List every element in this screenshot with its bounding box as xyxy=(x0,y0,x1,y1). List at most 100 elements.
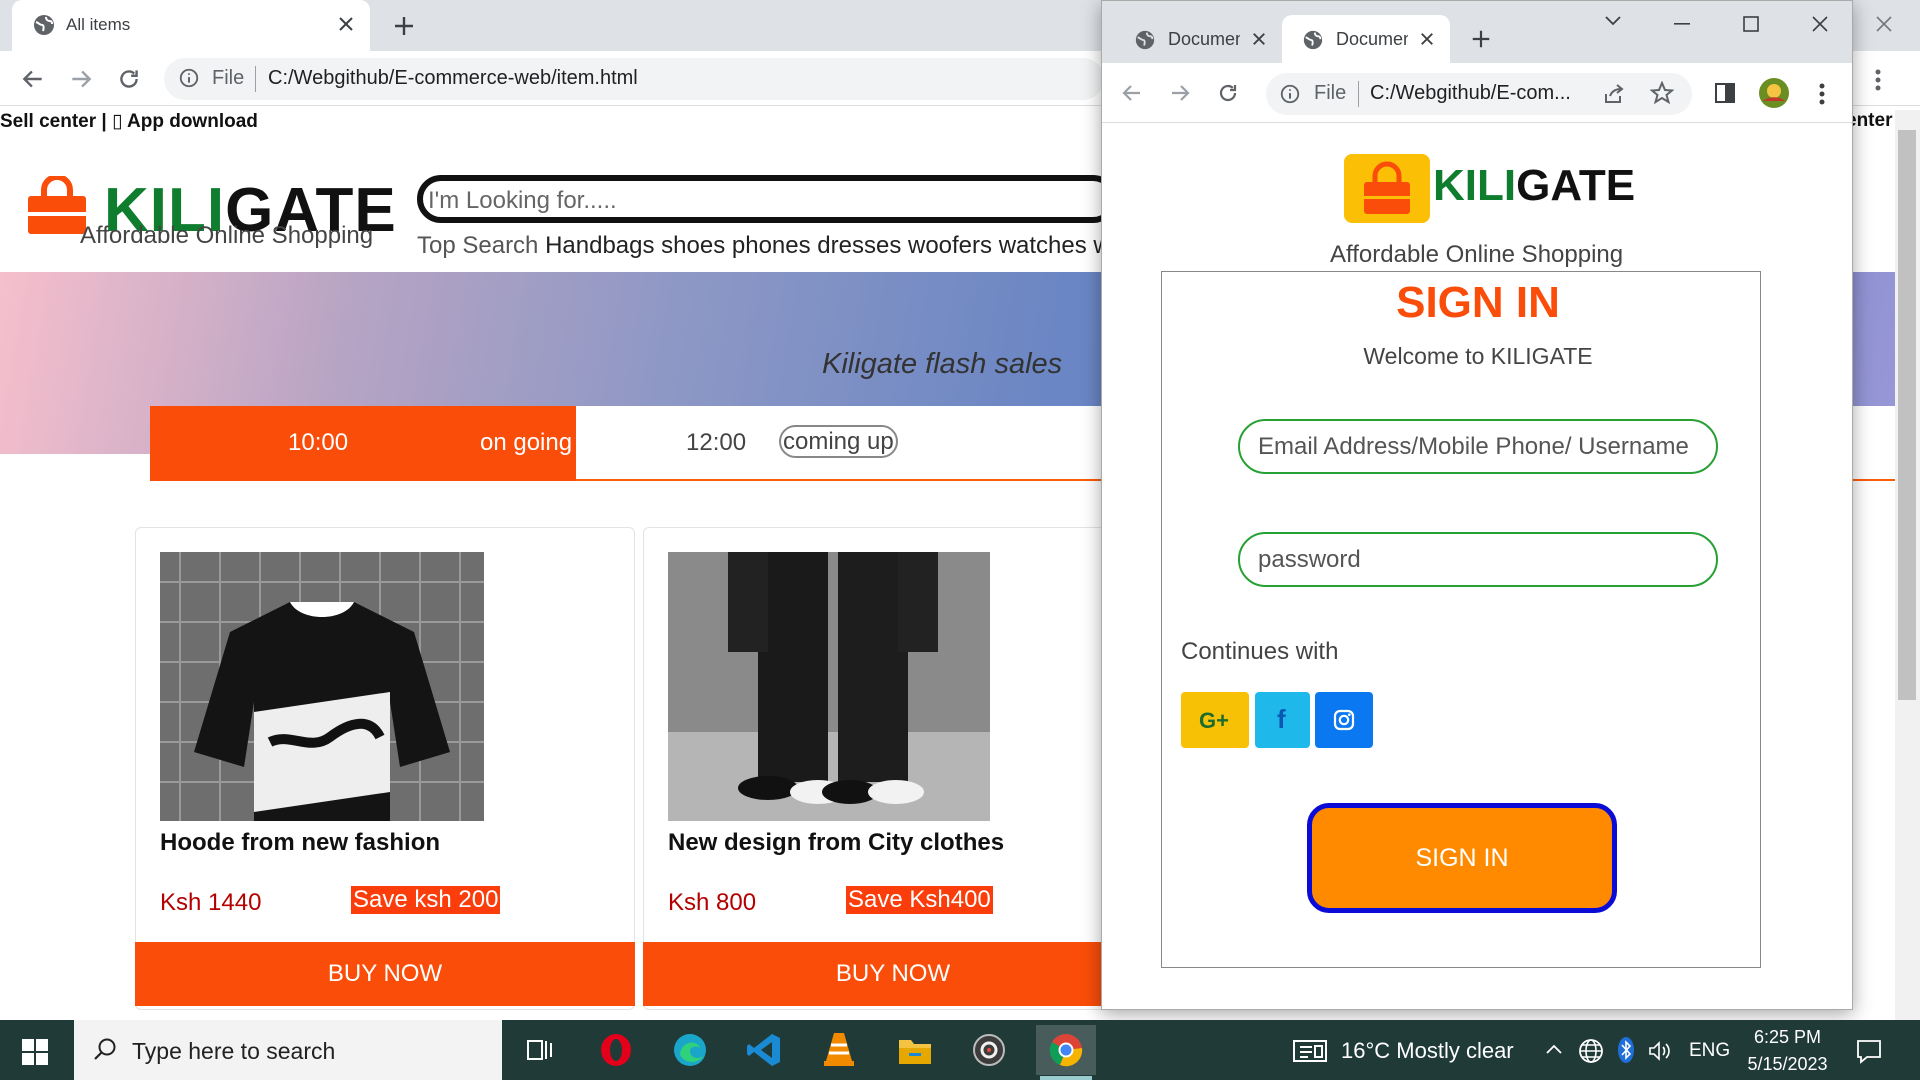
close-window-icon[interactable] xyxy=(1874,14,1894,34)
signin-button[interactable]: SIGN IN xyxy=(1307,803,1617,913)
page-title: SIGN IN xyxy=(1396,278,1560,327)
menu-icon[interactable] xyxy=(1818,82,1826,106)
time-slot-2-status[interactable]: coming up xyxy=(779,425,898,458)
file-explorer-icon[interactable] xyxy=(897,1034,933,1066)
search-placeholder: I'm Looking for..... xyxy=(428,187,617,214)
volume-icon[interactable] xyxy=(1648,1040,1672,1062)
product-title[interactable]: Hoode from new fashion xyxy=(160,829,440,857)
new-tab-icon[interactable] xyxy=(392,14,416,38)
edge-icon[interactable] xyxy=(672,1032,708,1068)
flash-sales-title: Kiligate flash sales xyxy=(822,348,1063,380)
product-save-badge: Save Ksh400 xyxy=(846,886,993,914)
logo-tagline: Affordable Online Shopping xyxy=(1330,241,1624,268)
scrollbar-thumb[interactable] xyxy=(1898,130,1916,700)
url-text[interactable]: C:/Webgithub/E-commerce-web/item.html xyxy=(268,67,638,90)
time-slot-1-status: on going xyxy=(480,429,573,456)
notifications-icon[interactable] xyxy=(1856,1038,1882,1064)
reload-icon[interactable] xyxy=(116,66,142,92)
welcome-text: Welcome to KILIGATE xyxy=(1363,343,1593,369)
product-save-badge: Save ksh 200 xyxy=(351,886,501,914)
close-tab-icon[interactable] xyxy=(1420,32,1434,46)
chrome-icon xyxy=(1049,1033,1083,1067)
product-image-cargo-pants[interactable] xyxy=(668,552,990,821)
shopping-bag-icon xyxy=(1344,154,1430,223)
url-scheme: File xyxy=(212,67,245,89)
vscode-icon[interactable] xyxy=(746,1032,782,1068)
time-slot-1-time: 10:00 xyxy=(288,429,349,456)
bluetooth-icon[interactable] xyxy=(1618,1037,1634,1063)
clock[interactable]: 6:25 PM 5/15/2023 xyxy=(1730,1024,1845,1078)
google-plus-icon: G+ xyxy=(1199,708,1229,733)
close-window-icon[interactable] xyxy=(1811,15,1829,33)
weather-text[interactable]: 16°C Mostly clear xyxy=(1341,1038,1514,1064)
globe-icon xyxy=(32,13,56,37)
forward-icon[interactable] xyxy=(1168,81,1192,105)
front-browser-window: Document Document File xyxy=(1101,0,1853,1010)
instagram-icon xyxy=(1333,709,1355,731)
time-slot-2-time[interactable]: 12:00 xyxy=(686,429,746,457)
network-icon[interactable] xyxy=(1578,1038,1604,1064)
reload-icon[interactable] xyxy=(1216,81,1240,105)
chevron-down-icon[interactable] xyxy=(1604,15,1622,27)
chrome-active-indicator xyxy=(1040,1076,1092,1080)
tab-title: All items xyxy=(66,15,131,34)
side-panel-icon[interactable] xyxy=(1714,82,1736,104)
close-tab-icon[interactable] xyxy=(338,16,354,32)
bookmark-star-icon[interactable] xyxy=(1650,81,1674,105)
url-separator xyxy=(255,66,256,92)
logo-tagline: Affordable Online Shopping xyxy=(80,222,374,249)
url-separator xyxy=(1358,81,1359,107)
instagram-login-button[interactable] xyxy=(1315,692,1373,748)
chevron-up-icon[interactable] xyxy=(1545,1043,1563,1055)
taskbar-search-placeholder: Type here to search xyxy=(132,1038,336,1064)
new-tab-icon[interactable] xyxy=(1470,28,1492,50)
windows-start-icon[interactable] xyxy=(22,1039,48,1065)
product-image-hoodie[interactable] xyxy=(160,552,484,821)
share-icon[interactable] xyxy=(1602,82,1626,106)
logo-gate: GATE xyxy=(1516,161,1636,210)
tab-all-items[interactable]: All items xyxy=(12,0,370,51)
continue-with-label: Continues with xyxy=(1181,638,1339,665)
obs-icon[interactable] xyxy=(972,1033,1006,1067)
logo-kili: KILI xyxy=(1433,161,1517,210)
top-search-label: Top Search xyxy=(417,232,539,259)
tab-document-2[interactable]: Document xyxy=(1282,15,1450,63)
site-logo[interactable]: KILIGATE xyxy=(1433,161,1635,211)
product-price: Ksh 1440 xyxy=(160,889,262,916)
forward-icon[interactable] xyxy=(68,66,94,92)
weather-icon[interactable] xyxy=(1292,1039,1328,1063)
email-field[interactable]: Email Address/Mobile Phone/ Username xyxy=(1238,419,1718,474)
password-field[interactable]: password xyxy=(1238,532,1718,587)
task-view-icon[interactable] xyxy=(526,1037,554,1063)
maximize-icon[interactable] xyxy=(1743,16,1759,32)
language-indicator[interactable]: ENG xyxy=(1689,1040,1730,1062)
search-icon xyxy=(92,1037,118,1063)
buy-now-button[interactable]: BUY NOW xyxy=(135,942,635,1006)
sell-center-link[interactable]: Sell center | ▯ App download xyxy=(0,110,258,133)
tab-title: Document xyxy=(1168,29,1240,49)
shopping-bag-icon xyxy=(26,176,88,236)
facebook-icon: f xyxy=(1277,704,1286,734)
tab-title: Document xyxy=(1336,29,1408,49)
minimize-icon[interactable] xyxy=(1674,23,1690,25)
vlc-icon[interactable] xyxy=(822,1031,856,1067)
avatar[interactable] xyxy=(1758,77,1790,109)
globe-icon xyxy=(1134,29,1156,51)
menu-icon[interactable] xyxy=(1874,68,1882,92)
facebook-login-button[interactable]: f xyxy=(1255,692,1310,748)
url-text[interactable]: C:/Webgithub/E-com... xyxy=(1370,82,1571,105)
opera-icon[interactable] xyxy=(599,1033,633,1067)
globe-icon xyxy=(1302,29,1324,51)
back-icon[interactable] xyxy=(1120,81,1144,105)
top-search-items[interactable]: Handbags shoes phones dresses woofers wa… xyxy=(545,232,1129,259)
product-title[interactable]: New design from City clothes xyxy=(668,829,1004,857)
product-price: Ksh 800 xyxy=(668,889,757,916)
close-tab-icon[interactable] xyxy=(1252,32,1266,46)
buy-now-button[interactable]: BUY NOW xyxy=(643,942,1143,1006)
info-icon[interactable] xyxy=(178,67,200,89)
back-icon[interactable] xyxy=(20,66,46,92)
google-login-button[interactable]: G+ xyxy=(1181,692,1249,748)
top-search: Top Search Handbags shoes phones dresses… xyxy=(417,232,1129,260)
tab-document-1[interactable]: Document xyxy=(1114,15,1282,63)
info-icon[interactable] xyxy=(1279,83,1301,105)
